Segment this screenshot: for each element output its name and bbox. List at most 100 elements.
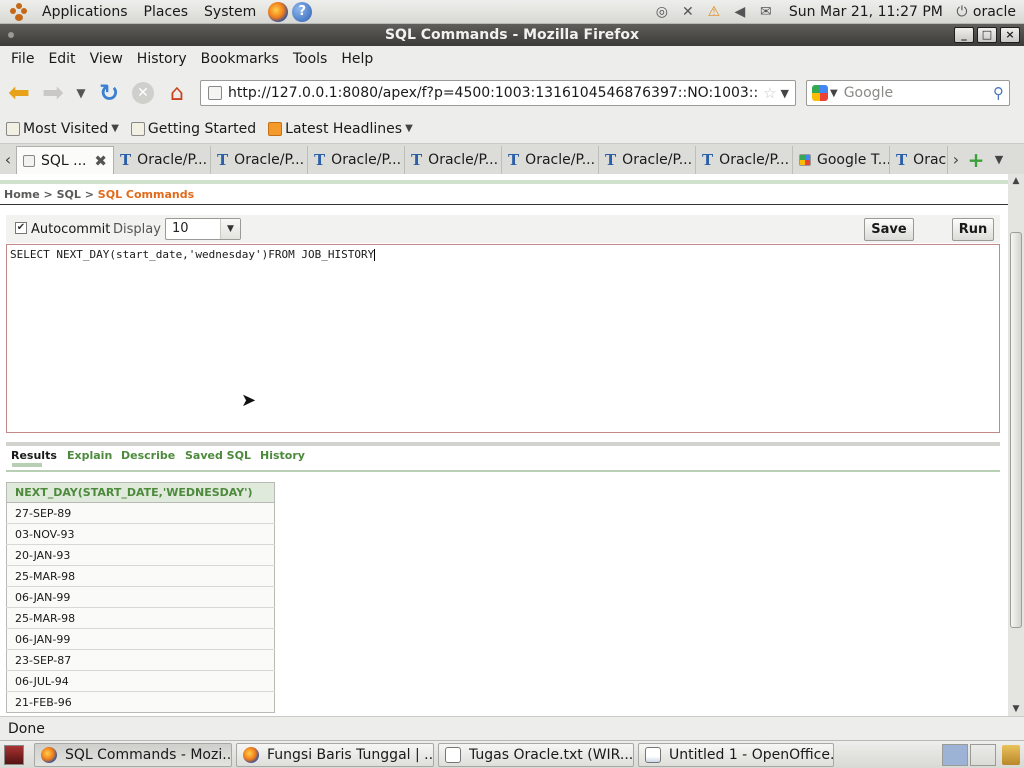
window-titlebar[interactable]: SQL Commands - Mozilla Firefox _ □ ×: [0, 24, 1024, 46]
breadcrumb-home-link[interactable]: Home: [4, 188, 40, 201]
stop-button[interactable]: ✕: [128, 78, 158, 108]
list-tabs-icon[interactable]: ▼: [988, 146, 1010, 174]
places-menu[interactable]: Places: [136, 0, 197, 24]
menu-bar: File Edit View History Bookmarks Tools H…: [0, 46, 1024, 72]
vertical-scrollbar[interactable]: ▲ ▼: [1008, 174, 1024, 716]
tab-saved-sql[interactable]: Saved SQL: [185, 448, 251, 470]
autocommit-checkbox[interactable]: ✔: [15, 222, 27, 234]
new-tab-icon[interactable]: +: [964, 146, 988, 174]
table-cell: 23-SEP-87: [6, 649, 275, 671]
google-engine-icon[interactable]: [812, 85, 828, 101]
mouse-pointer-icon: ➤: [241, 390, 257, 411]
table-row: 06-JUL-94: [6, 670, 275, 692]
tab-oracle-8[interactable]: T Orac: [890, 146, 948, 174]
search-icon[interactable]: ⚲: [993, 84, 1004, 102]
search-bar[interactable]: ▼ Google ⚲: [806, 80, 1010, 106]
maximize-button[interactable]: □: [977, 27, 997, 43]
tab-oracle-1[interactable]: T Oracle/P...: [114, 146, 211, 174]
tab-oracle-5[interactable]: T Oracle/P...: [502, 146, 599, 174]
url-text[interactable]: http://127.0.0.1:8080/apex/f?p=4500:1003…: [228, 85, 759, 101]
engine-dropdown-icon[interactable]: ▼: [830, 88, 838, 99]
tab-describe[interactable]: Describe: [121, 448, 175, 470]
bookmark-most-visited[interactable]: Most Visited ▼: [6, 121, 119, 137]
tab-sql-commands[interactable]: SQL ... ✖: [16, 146, 114, 174]
show-desktop-icon[interactable]: [4, 744, 24, 765]
display-select[interactable]: 10 ▼: [165, 218, 241, 240]
bookmark-latest-headlines[interactable]: Latest Headlines ▼: [268, 121, 413, 137]
system-menu[interactable]: System: [196, 0, 264, 24]
bookmark-star-icon[interactable]: ☆: [763, 84, 776, 102]
forward-arrow-icon[interactable]: ➡: [38, 78, 68, 108]
text-favicon-icon: T: [508, 151, 520, 169]
menu-tools[interactable]: Tools: [286, 51, 335, 67]
bookmark-getting-started[interactable]: Getting Started: [130, 121, 256, 137]
taskbar-item-fungsi[interactable]: Fungsi Baris Tunggal | ...: [236, 742, 434, 767]
network-disconnected-icon[interactable]: ✕: [679, 3, 697, 21]
text-cursor: [374, 249, 376, 261]
scrollbar-thumb[interactable]: [1010, 232, 1022, 628]
tab-oracle-3[interactable]: T Oracle/P...: [308, 146, 405, 174]
sql-editor[interactable]: SELECT NEXT_DAY(start_date,'wednesday')F…: [6, 244, 1000, 433]
menu-help[interactable]: Help: [334, 51, 380, 67]
workspace-2[interactable]: [970, 743, 996, 766]
scroll-tabs-left-icon[interactable]: ‹: [0, 146, 16, 174]
text-favicon-icon: T: [411, 151, 423, 169]
results-table: NEXT_DAY(START_DATE,'WEDNESDAY') 27-SEP-…: [6, 482, 275, 713]
applications-menu[interactable]: Applications: [34, 0, 136, 24]
tab-label: Oracle/P...: [622, 152, 693, 168]
menu-file[interactable]: File: [4, 51, 41, 67]
search-input[interactable]: Google: [844, 85, 993, 101]
taskbar-label: Tugas Oracle.txt (WIR...: [469, 746, 634, 763]
tab-label: Oracle/P...: [137, 152, 208, 168]
power-icon[interactable]: ⏻: [953, 3, 971, 21]
scroll-up-icon[interactable]: ▲: [1008, 174, 1024, 188]
menu-bookmarks[interactable]: Bookmarks: [194, 51, 286, 67]
site-identity-icon[interactable]: [208, 86, 222, 100]
tab-explain[interactable]: Explain: [67, 448, 112, 470]
history-dropdown-icon[interactable]: ▼: [72, 78, 90, 108]
scroll-down-icon[interactable]: ▼: [1008, 702, 1024, 716]
tab-google[interactable]: Google T...: [793, 146, 890, 174]
breadcrumb-sql-link[interactable]: SQL: [57, 188, 81, 201]
menu-history[interactable]: History: [130, 51, 194, 67]
url-dropdown-icon[interactable]: ▼: [781, 87, 789, 100]
taskbar-item-tugas[interactable]: Tugas Oracle.txt (WIR...: [438, 742, 634, 767]
mail-icon[interactable]: ✉: [757, 3, 775, 21]
gnome-foot-icon[interactable]: [10, 2, 28, 21]
tab-history[interactable]: History: [260, 448, 305, 470]
status-bar: Done: [0, 716, 1024, 740]
scroll-tabs-right-icon[interactable]: ›: [948, 146, 964, 174]
tab-oracle-6[interactable]: T Oracle/P...: [599, 146, 696, 174]
tab-label: Oracle/P...: [525, 152, 596, 168]
trash-icon[interactable]: [1002, 744, 1020, 765]
table-row: 06-JAN-99: [6, 586, 275, 608]
close-window-button[interactable]: ×: [1000, 27, 1020, 43]
run-button[interactable]: Run: [952, 218, 994, 241]
volume-icon[interactable]: ◀: [731, 3, 749, 21]
menu-view[interactable]: View: [83, 51, 130, 67]
back-arrow-icon[interactable]: ⬅: [4, 78, 34, 108]
home-icon[interactable]: ⌂: [162, 78, 192, 108]
taskbar-item-openoffice[interactable]: Untitled 1 - OpenOffice...: [638, 742, 834, 767]
update-warning-icon[interactable]: ⚠: [705, 3, 723, 21]
tab-oracle-4[interactable]: T Oracle/P...: [405, 146, 502, 174]
google-favicon-icon: [799, 154, 811, 166]
window-menu-icon[interactable]: [8, 32, 14, 38]
tab-oracle-7[interactable]: T Oracle/P...: [696, 146, 793, 174]
minimize-button[interactable]: _: [954, 27, 974, 43]
network-monitor-icon[interactable]: ◎: [653, 3, 671, 21]
menu-edit[interactable]: Edit: [41, 51, 82, 67]
table-cell: 06-JAN-99: [6, 628, 275, 650]
url-bar[interactable]: http://127.0.0.1:8080/apex/f?p=4500:1003…: [200, 80, 796, 106]
panel-clock[interactable]: Sun Mar 21, 11:27 PM: [789, 4, 943, 20]
workspace-1[interactable]: [942, 743, 968, 766]
close-tab-icon[interactable]: ✖: [94, 152, 107, 170]
firefox-launcher-icon[interactable]: [268, 1, 289, 22]
save-button[interactable]: Save: [864, 218, 914, 241]
user-menu[interactable]: oracle: [973, 4, 1016, 20]
taskbar-item-sql-commands[interactable]: SQL Commands - Mozi...: [34, 742, 232, 767]
results-divider: [6, 442, 1000, 446]
tab-oracle-2[interactable]: T Oracle/P...: [211, 146, 308, 174]
help-launcher-icon[interactable]: ?: [292, 1, 313, 22]
reload-icon[interactable]: ↻: [94, 78, 124, 108]
